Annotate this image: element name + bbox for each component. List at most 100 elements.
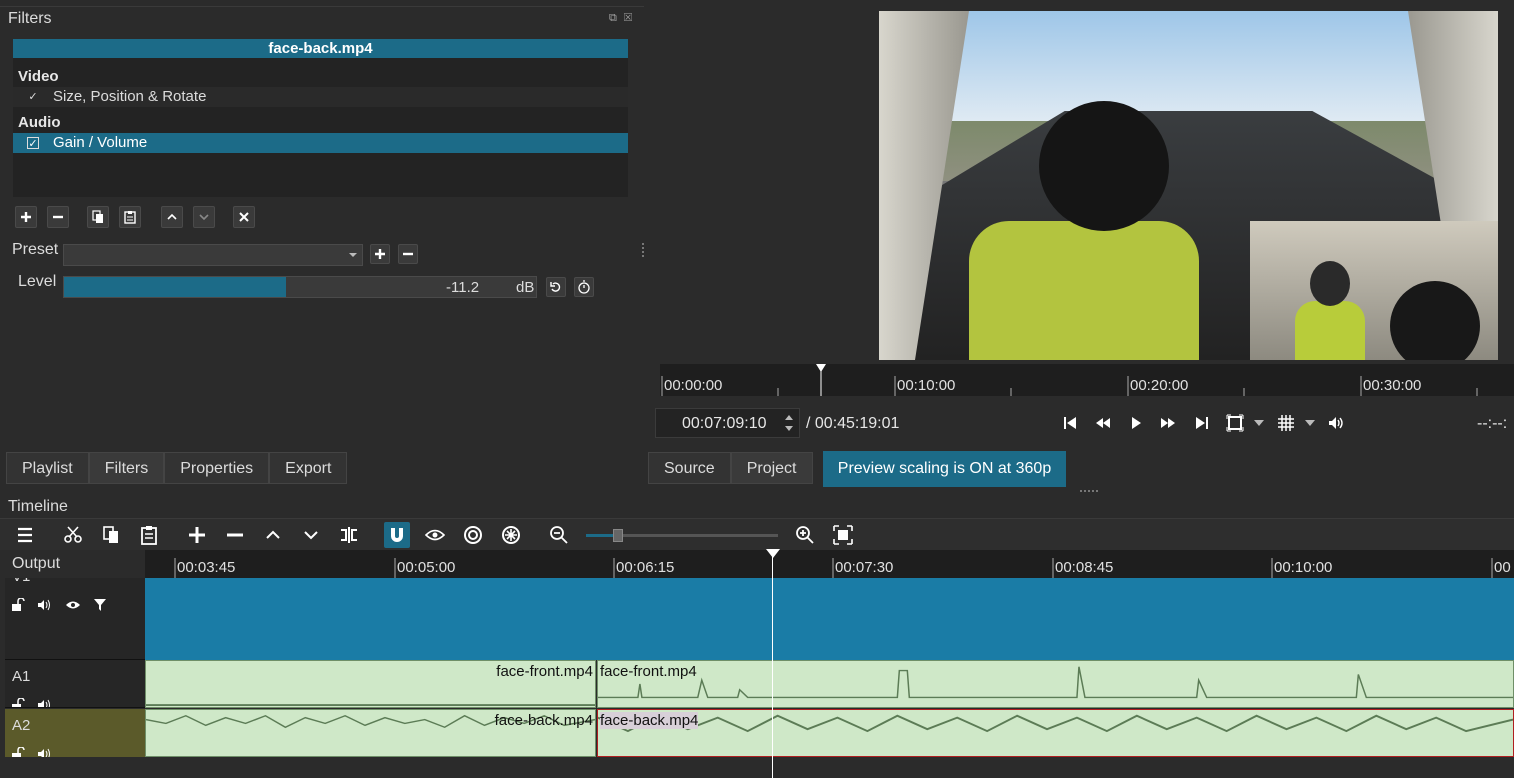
stopwatch-icon <box>578 280 590 294</box>
cut-button[interactable] <box>60 522 86 548</box>
timeline-menu-button[interactable] <box>12 522 38 548</box>
unlock-icon[interactable] <box>11 747 25 757</box>
track-name: V1 <box>12 578 30 585</box>
zoom-fit-button[interactable] <box>1226 414 1244 432</box>
audio-clip-selected[interactable]: face-back.mp4 <box>597 709 1514 757</box>
chevron-down-icon <box>199 214 209 221</box>
delete-preset-button[interactable] <box>398 244 418 264</box>
save-preset-button[interactable] <box>370 244 390 264</box>
zoom-out-button[interactable] <box>546 522 572 548</box>
video-track-v1[interactable] <box>145 578 1514 660</box>
scrub-button[interactable] <box>422 522 448 548</box>
playhead-marker-icon[interactable] <box>766 549 780 558</box>
tab-filters[interactable]: Filters <box>88 452 165 484</box>
audio-clip[interactable]: face-back.mp4 <box>145 709 596 757</box>
level-slider[interactable]: -11.2 dB <box>63 276 537 298</box>
video-preview[interactable] <box>879 11 1498 360</box>
paste-button[interactable] <box>136 522 162 548</box>
tab-properties[interactable]: Properties <box>164 452 270 484</box>
clip-label: face-front.mp4 <box>600 663 697 680</box>
remove-filter-button[interactable] <box>47 206 69 228</box>
play-button[interactable] <box>1127 414 1145 432</box>
level-label: Level <box>18 273 57 290</box>
level-slider-fill <box>64 277 286 297</box>
tab-project[interactable]: Project <box>730 452 813 484</box>
skip-to-end-button[interactable] <box>1193 414 1211 432</box>
track-header-a2[interactable]: A2 <box>5 709 145 757</box>
unlock-icon[interactable] <box>11 698 25 708</box>
timeline-tick-label: 00:06:15 <box>616 559 675 576</box>
move-filter-down-button[interactable] <box>193 206 215 228</box>
deselect-filter-button[interactable] <box>233 206 255 228</box>
clip-label: face-front.mp4 <box>496 663 593 680</box>
zoom-in-button[interactable] <box>792 522 818 548</box>
track-header-v1[interactable]: V1 <box>5 578 145 660</box>
zoom-slider-handle[interactable] <box>613 529 623 542</box>
volume-icon[interactable] <box>37 599 53 611</box>
preview-scaling-button[interactable]: Preview scaling is ON at 360p <box>823 451 1066 487</box>
filter-funnel-icon[interactable] <box>93 598 107 612</box>
zoom-menu-arrow[interactable] <box>1254 420 1264 426</box>
zoom-slider[interactable] <box>586 529 778 542</box>
ripple-all-tracks-button[interactable] <box>498 522 524 548</box>
rewind-button[interactable] <box>1094 414 1112 432</box>
filter-row-size-position-rotate[interactable]: ✓ Size, Position & Rotate <box>13 87 628 107</box>
paste-filters-button[interactable] <box>119 206 141 228</box>
minus-icon <box>403 252 413 256</box>
filter-row-gain-volume[interactable]: ✓ Gain / Volume <box>13 133 628 153</box>
clip-label: face-back.mp4 <box>600 712 699 729</box>
spin-arrows-icon[interactable] <box>782 412 796 434</box>
current-time-spinbox[interactable]: 00:07:09:10 <box>655 408 800 438</box>
track-header-a1[interactable]: A1 <box>5 660 145 708</box>
unlock-icon[interactable] <box>11 598 25 612</box>
snap-button[interactable] <box>384 522 410 548</box>
keyframe-level-button[interactable] <box>574 277 594 297</box>
tab-export[interactable]: Export <box>269 452 348 484</box>
eye-icon[interactable] <box>65 599 81 611</box>
overwrite-button[interactable] <box>298 522 324 548</box>
skip-to-start-button[interactable] <box>1061 414 1079 432</box>
checkbox-checked-icon[interactable]: ✓ <box>27 137 39 150</box>
timeline-ruler[interactable]: 00:03:45 00:05:00 00:06:15 00:07:30 00:0… <box>145 550 1514 578</box>
lift-button[interactable] <box>260 522 286 548</box>
chevron-down-icon <box>1305 420 1315 426</box>
zoom-out-icon <box>550 526 568 544</box>
copy-icon <box>103 526 118 543</box>
reset-level-button[interactable] <box>546 277 566 297</box>
splitter-handle[interactable] <box>1080 490 1098 492</box>
timeline-tick-label: 00:03:45 <box>177 559 236 576</box>
ripple-delete-button[interactable] <box>222 522 248 548</box>
checkbox-checked-icon[interactable]: ✓ <box>27 91 39 103</box>
grid-button[interactable] <box>1277 414 1295 432</box>
audio-clip[interactable]: face-front.mp4 <box>145 660 596 708</box>
add-filter-button[interactable] <box>15 206 37 228</box>
preset-combobox[interactable] <box>63 244 363 266</box>
audio-clip[interactable]: face-front.mp4 <box>597 660 1514 708</box>
move-filter-up-button[interactable] <box>161 206 183 228</box>
ruler-tick-label: 00:00:00 <box>664 377 723 394</box>
split-button[interactable] <box>336 522 362 548</box>
player-time-ruler[interactable]: 00:00:00 00:10:00 00:20:00 00:30:00 <box>660 364 1514 396</box>
plus-icon <box>189 527 205 543</box>
current-time[interactable]: 00:07:09:10 <box>682 415 767 433</box>
hamburger-menu-icon <box>18 527 32 543</box>
copy-filters-button[interactable] <box>87 206 109 228</box>
copy-button[interactable] <box>98 522 124 548</box>
tab-source[interactable]: Source <box>648 452 731 484</box>
zoom-fit-timeline-button[interactable] <box>830 522 856 548</box>
grid-menu-arrow[interactable] <box>1305 420 1315 426</box>
undo-icon <box>550 282 561 292</box>
level-value[interactable]: -11.2 <box>446 279 479 296</box>
append-button[interactable] <box>184 522 210 548</box>
close-icon <box>239 212 249 222</box>
tab-playlist[interactable]: Playlist <box>6 452 89 484</box>
timeline-playhead[interactable] <box>772 550 773 778</box>
ripple-button[interactable] <box>460 522 486 548</box>
volume-icon[interactable] <box>37 748 53 757</box>
left-panel-tabs: Playlist Filters Properties Export <box>6 452 348 484</box>
volume-button[interactable] <box>1327 414 1345 432</box>
fast-forward-button[interactable] <box>1159 414 1177 432</box>
volume-icon[interactable] <box>37 699 53 708</box>
panel-float-close-icons[interactable]: ⧉ ☒ <box>609 12 634 25</box>
track-name: A1 <box>12 668 31 685</box>
